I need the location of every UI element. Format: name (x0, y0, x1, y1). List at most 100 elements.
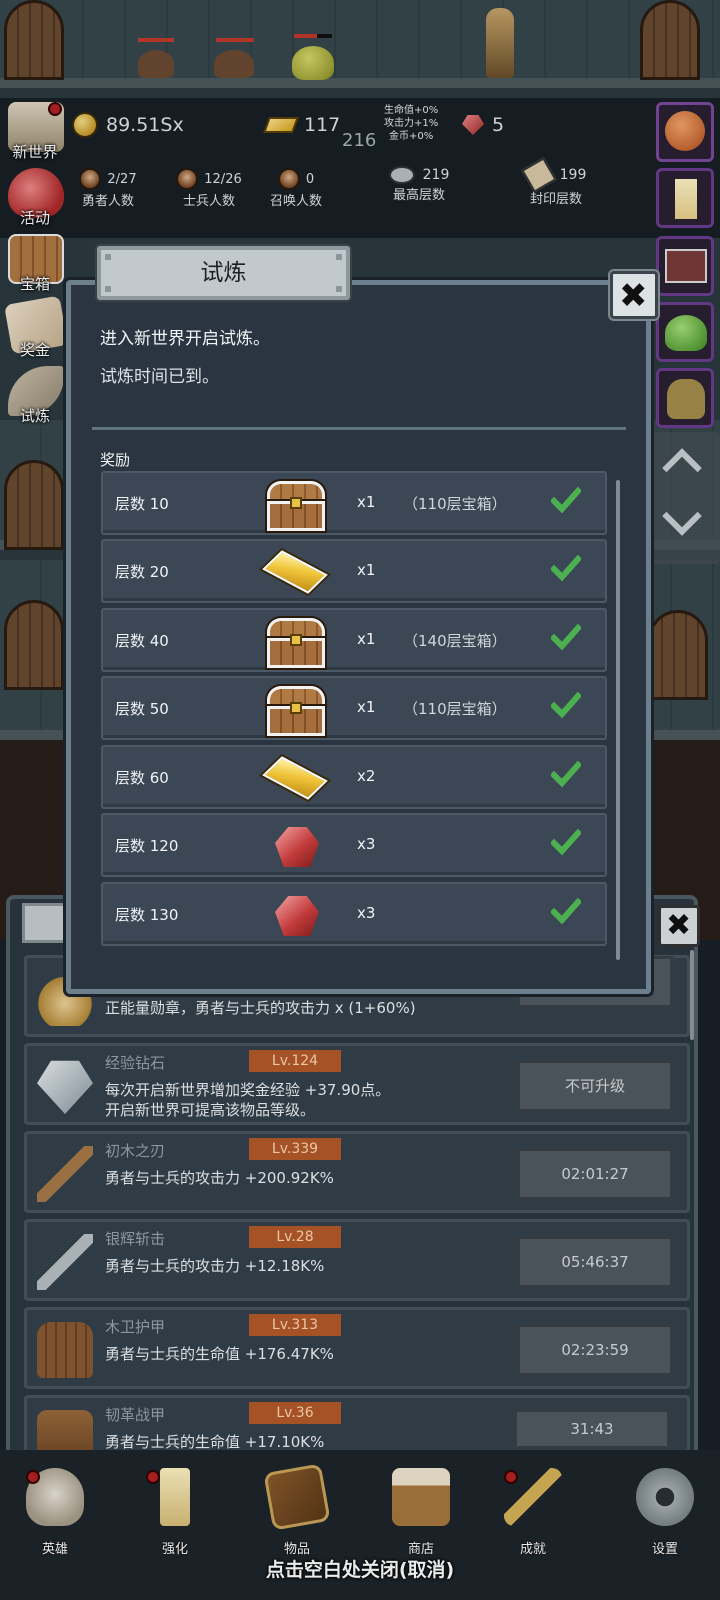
check-icon (549, 896, 583, 926)
close-icon: ✖ (619, 276, 648, 316)
silver-sword-icon (37, 1234, 93, 1290)
arrow-down-icon[interactable] (662, 496, 702, 536)
reward-floor-label: 层数 40 (115, 632, 169, 650)
heroes-label: 勇者人数 (81, 194, 134, 209)
slime-item-button[interactable] (656, 302, 714, 362)
sidebar-item-events[interactable]: 活动 (2, 166, 68, 230)
floor-scroll-controls (646, 432, 720, 564)
nav-items[interactable]: 物品 (252, 1463, 342, 1568)
trial-status: 试炼时间已到。 (100, 367, 219, 387)
upgrade-timer-button[interactable]: 31:43 (514, 1409, 670, 1449)
sidebar-item-chest[interactable]: 宝箱 (2, 232, 68, 296)
pumpkin-icon (665, 111, 705, 151)
wood-armor-icon (37, 1322, 93, 1378)
upgrade-level-badge: Lv.36 (249, 1402, 341, 1424)
reward-quantity: x1 (357, 698, 376, 716)
crate-icon (665, 249, 707, 283)
modal-title-text: 试炼 (200, 260, 247, 286)
soldiers-count: 12/26 (204, 171, 242, 187)
soldiers-label: 士兵人数 (182, 194, 235, 209)
upgrade-timer-button[interactable]: 02:01:27 (517, 1148, 673, 1200)
upgrade-level-badge: Lv.28 (249, 1226, 341, 1248)
close-icon: ✖ (666, 908, 692, 943)
nav-shop[interactable]: 商店 (376, 1468, 466, 1568)
gold-bonus: 金币+0% (389, 131, 434, 142)
check-icon (549, 827, 583, 857)
upgrade-name: 木卫护甲 (105, 1318, 166, 1336)
gold-value: 89.51Sx (106, 114, 184, 136)
upgrade-scrollbar[interactable] (690, 950, 694, 1040)
sidebar-item-trial[interactable]: 试炼 (2, 364, 68, 428)
max-floor-stat: 219 最高层数 (374, 166, 464, 203)
chest-icon (263, 682, 329, 738)
gem-icon (263, 888, 329, 944)
candle-icon (160, 1468, 190, 1526)
reward-quantity: x3 (357, 835, 376, 853)
reward-quantity: x2 (357, 767, 376, 785)
reward-note: （110层宝箱） (403, 495, 507, 513)
summon-stat: 0 召唤人数 (264, 168, 328, 209)
upgrade-timer-button[interactable]: 02:23:59 (517, 1324, 673, 1376)
upgrade-description: 勇者与士兵的生命值 +176.47K% (105, 1345, 334, 1363)
upgrade-description: 每次开启新世界增加奖金经验 +37.90点。 开启新世界可提高该物品等级。 (105, 1081, 391, 1119)
goblin-item-button[interactable] (656, 368, 714, 428)
bar-counter: 117 (263, 114, 340, 136)
floor-sub-value: 216 (342, 130, 377, 151)
hp-bonus: 生命值+0% (384, 105, 439, 116)
upgrade-row: 经验钻石 Lv.124 每次开启新世界增加奖金经验 +37.90点。 开启新世界… (24, 1043, 690, 1125)
upgrade-level-badge: Lv.124 (249, 1050, 341, 1072)
upgrade-row: 银辉斩击 Lv.28 勇者与士兵的攻击力 +12.18K% 05:46:37 (24, 1219, 690, 1301)
sidebar-item-new-world[interactable]: 新世界 (2, 100, 68, 164)
enemy-hp-bar (138, 38, 174, 42)
reward-row: 层数 40 x1 （140层宝箱） (101, 608, 607, 672)
reward-quantity: x3 (357, 904, 376, 922)
chest-icon (263, 614, 329, 670)
upgrade-button[interactable]: 不可升级 (517, 1060, 673, 1112)
trial-description: 进入新世界开启试炼。 (100, 329, 270, 349)
rivet (105, 254, 111, 260)
notification-dot (48, 102, 62, 116)
upgrade-name: 韧革战甲 (105, 1406, 166, 1424)
door (4, 0, 64, 80)
upgrade-timer-button[interactable]: 05:46:37 (517, 1236, 673, 1288)
slime-icon (665, 315, 707, 351)
summon-head-icon (277, 168, 300, 190)
nav-achievements[interactable]: 成就 (488, 1468, 578, 1568)
nav-heroes[interactable]: 英雄 (10, 1468, 100, 1568)
coin-icon (72, 112, 98, 138)
upgrade-name: 经验钻石 (105, 1054, 166, 1072)
gold-bar-icon (263, 117, 299, 133)
notification-dot (146, 1470, 160, 1484)
wood-sword-icon (37, 1146, 93, 1202)
upgrade-row: 木卫护甲 Lv.313 勇者与士兵的生命值 +176.47K% 02:23:59 (24, 1307, 690, 1389)
candle-item-button[interactable] (656, 168, 714, 228)
reward-row: 层数 20 x1 (101, 539, 607, 603)
reward-scrollbar[interactable] (616, 480, 620, 960)
upgrade-panel-close-button[interactable]: ✖ (658, 905, 700, 947)
reward-row: 层数 120 x3 (101, 813, 607, 877)
arrow-up-icon[interactable] (662, 448, 702, 488)
check-icon (549, 485, 583, 515)
reward-row: 层数 130 x3 (101, 882, 607, 946)
chest-icon (263, 477, 329, 533)
crate-item-button[interactable] (656, 236, 714, 296)
reward-floor-label: 层数 20 (115, 563, 169, 581)
gem-icon (263, 819, 329, 875)
resource-hud: 89.51Sx 117 216 生命值+0% 攻击力+1% 金币+0% 5 2/… (0, 98, 720, 238)
upgrade-description: 正能量勋章，勇者与士兵的攻击力 x (1+60%) (105, 999, 416, 1017)
candle-icon (675, 179, 697, 219)
max-floor-value: 219 (422, 167, 450, 183)
soldiers-stat: 12/26 士兵人数 (166, 168, 252, 209)
nav-enhance[interactable]: 强化 (130, 1468, 220, 1568)
atk-bonus: 攻击力+1% (384, 118, 439, 129)
reward-row: 层数 50 x1 （110层宝箱） (101, 676, 607, 740)
sidebar-item-bonus[interactable]: 奖金 (2, 295, 68, 362)
rivet (105, 286, 111, 292)
notification-dot (504, 1470, 518, 1484)
heroes-count: 2/27 (107, 171, 137, 187)
leather-armor-icon (37, 1410, 93, 1452)
pumpkin-item-button[interactable] (656, 102, 714, 162)
modal-close-button[interactable]: ✖ (610, 271, 658, 319)
nav-settings[interactable]: 设置 (620, 1468, 710, 1568)
close-hint-text[interactable]: 点击空白处关闭(取消) (0, 1555, 720, 1582)
